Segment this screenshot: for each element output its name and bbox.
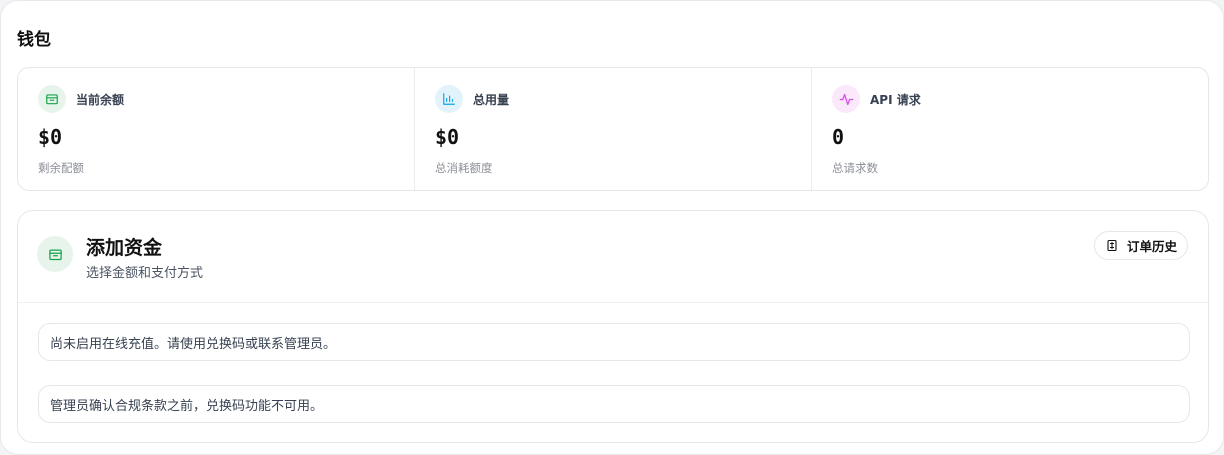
stat-value: 0	[832, 125, 845, 149]
add-funds-subtitle: 选择金额和支付方式	[86, 266, 204, 281]
stat-sub: 总消耗额度	[435, 161, 493, 175]
receipt-icon	[1106, 239, 1118, 252]
stat-sub: 剩余配额	[38, 161, 84, 175]
stat-label: 当前余额	[76, 92, 125, 107]
stat-usage: 总用量 $0 总消耗额度	[415, 68, 812, 190]
add-funds-header: 添加资金 选择金额和支付方式 订单历史	[18, 211, 1208, 303]
order-history-button[interactable]: 订单历史	[1093, 231, 1188, 260]
wallet-icon	[38, 85, 66, 113]
stat-label: 总用量	[473, 92, 510, 107]
stats-panel: 当前余额 $0 剩余配额 总用量 $0 总消耗额度 API 请求 0 总请求数	[17, 67, 1209, 191]
page-title: 钱包	[17, 30, 51, 50]
notice-redeem-code: 管理员确认合规条款之前，兑换码功能不可用。	[38, 385, 1190, 423]
stat-value: $0	[38, 125, 63, 149]
add-funds-card: 添加资金 选择金额和支付方式 订单历史 尚未启用在线充值。请使用兑换码或联系管理…	[17, 210, 1209, 443]
wallet-page: 钱包 当前余额 $0 剩余配额 总用量 $0 总消耗额度 API 请求 0 总请…	[0, 0, 1224, 455]
stat-label: API 请求	[870, 92, 921, 107]
activity-icon	[832, 85, 860, 113]
bar-chart-icon	[435, 85, 463, 113]
stat-value: $0	[435, 125, 460, 149]
order-history-label: 订单历史	[1126, 239, 1177, 254]
wallet-icon	[37, 236, 73, 272]
stat-requests: API 请求 0 总请求数	[812, 68, 1208, 190]
stat-balance: 当前余额 $0 剩余配额	[18, 68, 415, 190]
stat-sub: 总请求数	[832, 161, 878, 175]
notice-online-topup: 尚未启用在线充值。请使用兑换码或联系管理员。	[38, 323, 1190, 361]
add-funds-title: 添加资金	[86, 237, 163, 259]
